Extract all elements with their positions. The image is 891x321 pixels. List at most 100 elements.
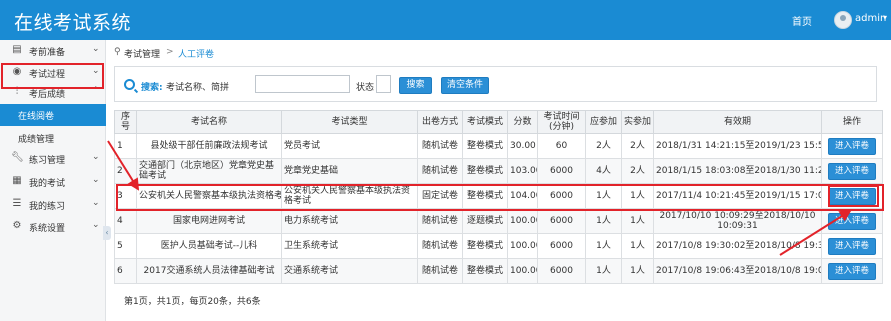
cell-exam-mode: 逐题模式 [462, 208, 508, 234]
cell-exam-mode: 整卷模式 [462, 258, 508, 284]
cell-index: 2 [114, 158, 137, 184]
cell-score: 103.00 [507, 158, 538, 184]
cell-paper-method: 随机试卷 [417, 158, 463, 184]
list-icon: ☰ [12, 198, 22, 209]
cell-exam-mode: 整卷模式 [462, 133, 508, 159]
cell-exam-mode: 整卷模式 [462, 233, 508, 259]
cell-expected: 1人 [585, 233, 622, 259]
chevron-down-icon: ⌄ [92, 220, 100, 230]
cell-validity: 2017/10/8 19:06:43至2018/10/8 19:06:45 [653, 258, 822, 284]
table-row: 2 交通部门（北京地区）党章党史基础考试 党章党史基础 随机试卷 整卷模式 10… [114, 158, 883, 184]
column-header: 操作 [821, 110, 883, 134]
start-grading-button[interactable]: 进入评卷 [828, 137, 876, 155]
chevron-down-icon: ⌄ [92, 175, 100, 185]
table-row: 1 县处级干部任前廉政法规考试 党员考试 随机试卷 整卷模式 30.00 60 … [114, 133, 883, 159]
top-bar [0, 0, 891, 40]
sidebar-item-score-management[interactable]: 成绩管理 [0, 127, 106, 149]
cell-index: 1 [114, 133, 137, 159]
clear-filter-button[interactable]: 清空条件 [441, 77, 489, 94]
wrench-icon: 🔧︎ [11, 152, 24, 163]
sidebar-item-label: 在线阅卷 [18, 112, 55, 122]
start-grading-button[interactable]: 进入评卷 [828, 162, 876, 180]
cell-action: 进入评卷 [821, 133, 883, 159]
start-grading-button[interactable]: 进入评卷 [828, 212, 876, 230]
column-header: 考试模式 [462, 110, 508, 134]
cell-exam-name: 县处级干部任前廉政法规考试 [136, 133, 282, 159]
table-row: 6 2017交通系统人员法律基础考试 交通系统考试 随机试卷 整卷模式 100.… [114, 258, 883, 284]
search-button[interactable]: 搜索 [399, 77, 432, 94]
cell-score: 100.00 [507, 258, 538, 284]
column-header: 有效期 [653, 110, 822, 134]
cell-duration: 6000 [537, 258, 586, 284]
cell-action: 进入评卷 [821, 208, 883, 234]
cell-exam-name: 2017交通系统人员法律基础考试 [136, 258, 282, 284]
table-row: 5 医护人员基础考试--儿科 卫生系统考试 随机试卷 整卷模式 100.00 6… [114, 233, 883, 259]
cell-expected: 4人 [585, 158, 622, 184]
cell-actual: 1人 [621, 208, 654, 234]
cell-index: 6 [114, 258, 137, 284]
cell-action: 进入评卷 [821, 233, 883, 259]
name-search-input[interactable] [255, 75, 350, 93]
chevron-down-icon: ⌄ [92, 152, 100, 162]
chevron-down-icon: ⌄ [92, 44, 100, 54]
column-header: 应参加 [585, 110, 622, 134]
cell-paper-method: 随机试卷 [417, 233, 463, 259]
sidebar-item-my-exams[interactable]: ▦ 我的考试 ⌄ [0, 171, 106, 193]
sidebar-item-label: 我的考试 [29, 179, 66, 189]
cell-validity: 2017/10/10 10:09:29至2018/10/10 10:09:31 [653, 208, 822, 234]
status-label: 状态 [356, 83, 375, 93]
cell-action: 进入评卷 [821, 258, 883, 284]
cell-exam-type: 电力系统考试 [281, 208, 418, 234]
cell-duration: 6000 [537, 158, 586, 184]
sidebar-item-label: 练习管理 [29, 156, 66, 166]
highlight-box [1, 63, 104, 89]
cell-duration: 60 [537, 133, 586, 159]
cell-validity: 2018/1/15 18:03:08至2018/1/30 11:24:38 [653, 158, 822, 184]
start-grading-button[interactable]: 进入评卷 [828, 262, 876, 280]
gear-icon: ⚙ [12, 220, 22, 231]
name-filter-label: 考试名称、简拼 [166, 83, 230, 93]
sidebar-item-label: 成绩管理 [18, 135, 55, 145]
cell-score: 100.00 [507, 233, 538, 259]
column-header: 实参加 [621, 110, 654, 134]
user-menu[interactable]: admin [855, 13, 886, 24]
column-header: 考试名称 [136, 110, 282, 134]
sidebar-item-label: 系统设置 [29, 224, 66, 234]
cell-actual: 2人 [621, 133, 654, 159]
cell-exam-type: 党章党史基础 [281, 158, 418, 184]
cell-exam-type: 卫生系统考试 [281, 233, 418, 259]
column-header: 考试时间(分钟) [537, 110, 586, 134]
cell-index: 5 [114, 233, 137, 259]
cell-actual: 2人 [621, 158, 654, 184]
cell-validity: 2017/10/8 19:30:02至2018/10/8 19:30:04 [653, 233, 822, 259]
cell-exam-type: 党员考试 [281, 133, 418, 159]
sidebar-item-prep[interactable]: ▤ 考前准备 ⌄ [0, 40, 106, 62]
chevron-down-icon: ⌄ [92, 198, 100, 208]
table-header: 序号 考试名称 考试类型 出卷方式 考试模式 分数 考试时间(分钟) 应参加 实… [114, 110, 883, 134]
breadcrumb-root[interactable]: 考试管理 [124, 47, 160, 60]
sidebar-item-my-practice[interactable]: ☰ 我的练习 ⌄ [0, 194, 106, 216]
start-grading-button[interactable]: 进入评卷 [828, 237, 876, 255]
cell-exam-mode: 整卷模式 [462, 158, 508, 184]
sidebar-collapse-icon[interactable]: ‹ [103, 226, 111, 240]
sidebar-item-settings[interactable]: ⚙ 系统设置 ⌄ [0, 216, 106, 238]
location-pin-icon: ⚲ [114, 47, 121, 57]
status-select[interactable] [376, 75, 391, 93]
cell-duration: 6000 [537, 233, 586, 259]
cell-exam-type: 交通系统考试 [281, 258, 418, 284]
pagination-summary: 第1页，共1页，每页20条，共6条 [124, 297, 261, 307]
cell-expected: 1人 [585, 258, 622, 284]
sidebar-item-practice[interactable]: 🔧︎ 练习管理 ⌄ [0, 148, 106, 170]
chevron-down-icon[interactable]: ▾ [883, 13, 887, 22]
cell-expected: 2人 [585, 133, 622, 159]
column-header: 考试类型 [281, 110, 418, 134]
cell-paper-method: 随机试卷 [417, 133, 463, 159]
cell-actual: 1人 [621, 258, 654, 284]
table-row: 4 国家电网进网考试 电力系统考试 随机试卷 逐题模式 100.00 6000 … [114, 208, 883, 234]
avatar[interactable] [834, 11, 852, 29]
search-label: 搜索: [141, 83, 163, 93]
home-link[interactable]: 首页 [792, 13, 812, 28]
sidebar-item-online-grading[interactable]: 在线阅卷 [0, 104, 106, 126]
sidebar-item-label: 考前准备 [29, 48, 66, 58]
sidebar-item-label: 我的练习 [29, 202, 66, 212]
